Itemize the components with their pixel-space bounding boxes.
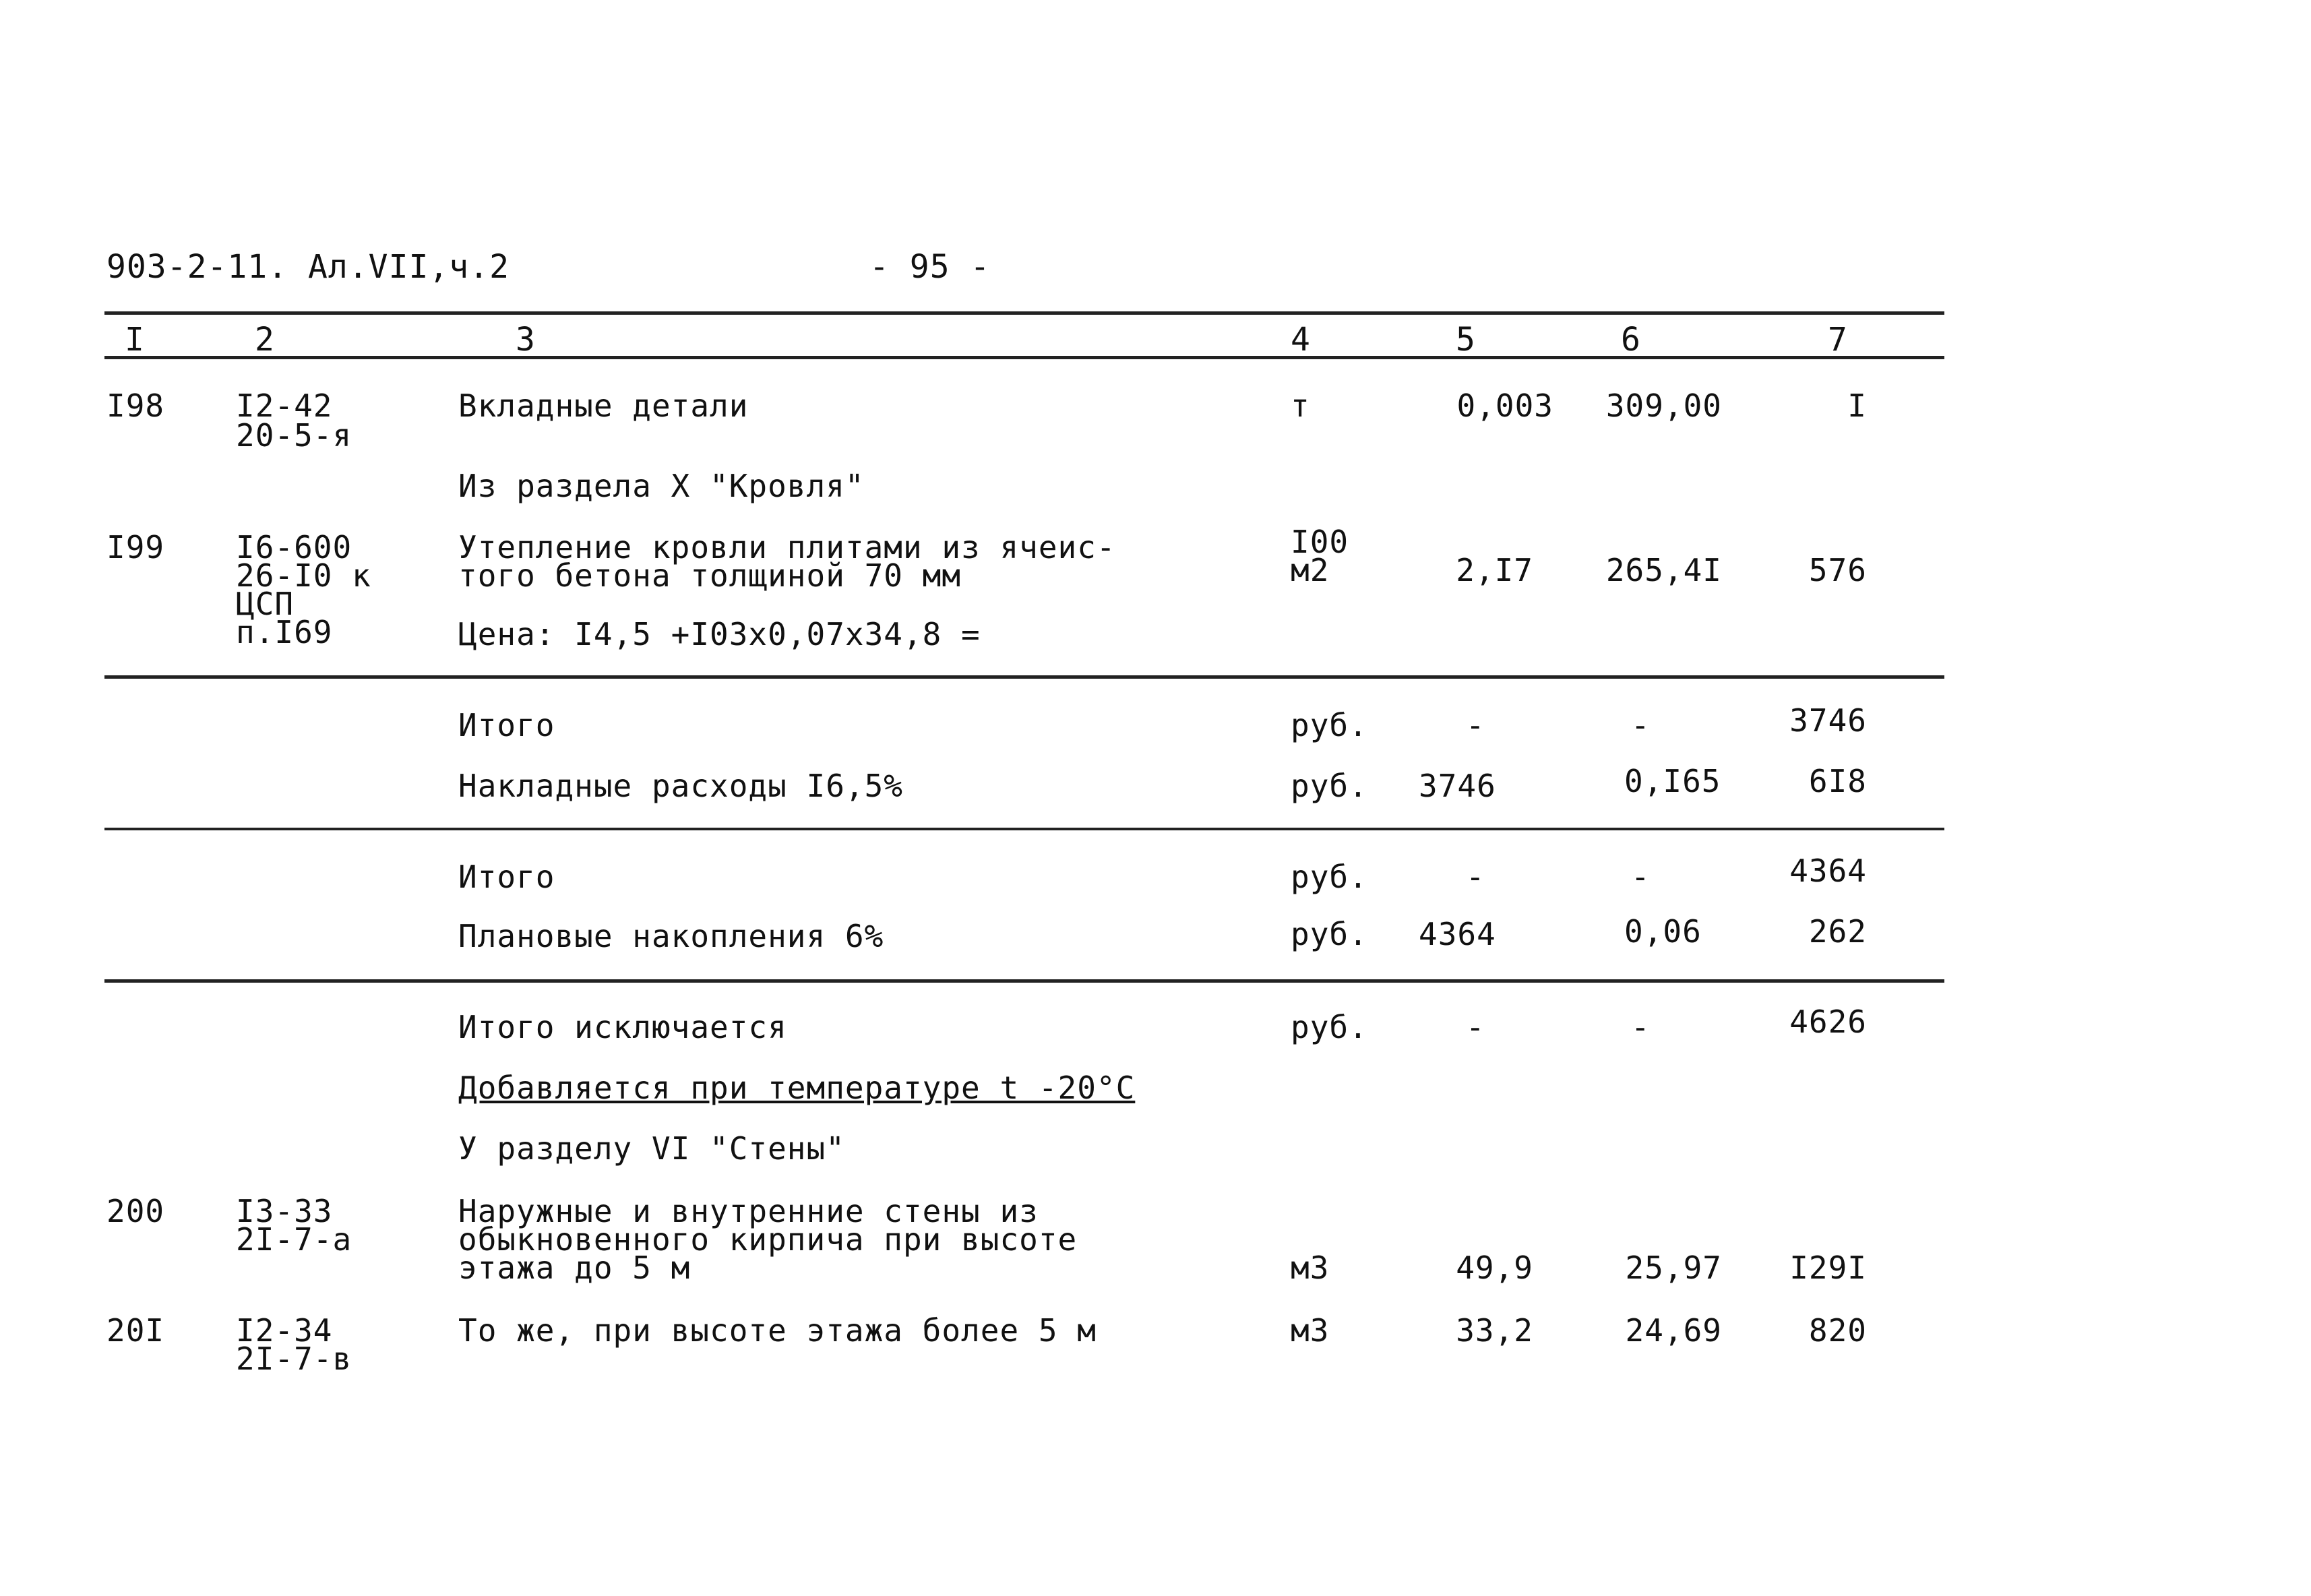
total-qty: - [1466, 859, 1485, 895]
total-unit: руб. [1291, 1009, 1368, 1045]
row-description: того бетона толщиной 70 мм [458, 557, 962, 594]
total-price: 0,06 [1624, 913, 1702, 950]
total-unit: руб. [1291, 916, 1368, 952]
row-price: 24,69 [1625, 1312, 1722, 1349]
price-formula: Цена: I4,5 +I03х0,07х34,8 = [458, 616, 981, 652]
total-sum: 3746 [1789, 702, 1867, 739]
row-number: I99 [106, 529, 165, 565]
total-qty: - [1466, 707, 1485, 743]
total-price: - [1631, 859, 1651, 895]
total-sum: 4364 [1789, 853, 1867, 889]
total-unit: руб. [1291, 707, 1368, 743]
total-unit: руб. [1291, 768, 1368, 804]
total-label: Итого [458, 707, 555, 743]
row-sum: I [1847, 388, 1867, 424]
row-quantity: 49,9 [1456, 1250, 1533, 1286]
row-number: I98 [106, 388, 165, 424]
row-quantity: 2,I7 [1456, 552, 1533, 588]
row-code: 20-5-я [236, 417, 352, 454]
row-sum: 820 [1808, 1312, 1867, 1349]
total-sum: 6I8 [1808, 763, 1867, 799]
col-header-4: 4 [1291, 321, 1311, 359]
row-unit: м3 [1291, 1250, 1330, 1286]
row-description: Вкладные детали [458, 388, 749, 424]
row-unit: м3 [1291, 1312, 1330, 1349]
total-price: 0,I65 [1624, 763, 1721, 799]
row-code: п.I69 [236, 614, 333, 650]
row-price: 25,97 [1625, 1250, 1722, 1286]
total-label: Плановые накопления 6% [458, 918, 884, 954]
row-quantity: 33,2 [1456, 1312, 1533, 1349]
row-sum: 576 [1808, 552, 1867, 588]
total-unit: руб. [1291, 859, 1368, 895]
total-qty: - [1466, 1009, 1485, 1045]
total-price: - [1631, 707, 1651, 743]
col-header-1: I [125, 321, 145, 359]
total-qty: 4364 [1419, 916, 1496, 952]
total-qty: 3746 [1419, 768, 1496, 804]
row-description: То же, при высоте этажа более 5 м [458, 1312, 1097, 1349]
row-sum: I29I [1789, 1250, 1867, 1286]
header-bottom-rule [104, 356, 1944, 359]
subtotal-rule [104, 675, 1944, 679]
subtotal-rule [104, 979, 1944, 983]
total-sum: 262 [1808, 913, 1867, 950]
total-sum: 4626 [1789, 1004, 1867, 1040]
total-label: Накладные расходы I6,5% [458, 768, 903, 804]
col-header-6: 6 [1621, 321, 1641, 359]
row-number: 20I [106, 1312, 165, 1349]
row-code: 2I-7-а [236, 1221, 352, 1258]
section-heading: У разделу VI "Стены" [458, 1130, 845, 1167]
col-header-5: 5 [1456, 321, 1476, 359]
row-number: 200 [106, 1193, 165, 1229]
table-top-rule [104, 311, 1944, 315]
subtotal-rule [104, 828, 1944, 830]
row-code: 2I-7-в [236, 1341, 352, 1377]
row-quantity: 0,003 [1456, 388, 1553, 424]
section-heading: Добавляется при температуре t -20°С [458, 1070, 1136, 1106]
row-description: этажа до 5 м [458, 1250, 691, 1286]
row-price: 309,00 [1605, 388, 1722, 424]
col-header-2: 2 [255, 321, 275, 359]
total-label: Итого исключается [458, 1009, 787, 1045]
row-unit: м2 [1291, 552, 1330, 588]
total-label: Итого [458, 859, 555, 895]
col-header-7: 7 [1828, 321, 1848, 359]
section-heading: Из раздела X "Кровля" [458, 468, 865, 504]
row-price: 265,4I [1605, 552, 1722, 588]
row-unit: т [1291, 388, 1310, 424]
page-number: - 95 - [869, 248, 991, 286]
total-price: - [1631, 1009, 1651, 1045]
col-header-3: 3 [516, 321, 536, 359]
document-code: 903-2-11. Ал.VII,ч.2 [106, 248, 510, 286]
